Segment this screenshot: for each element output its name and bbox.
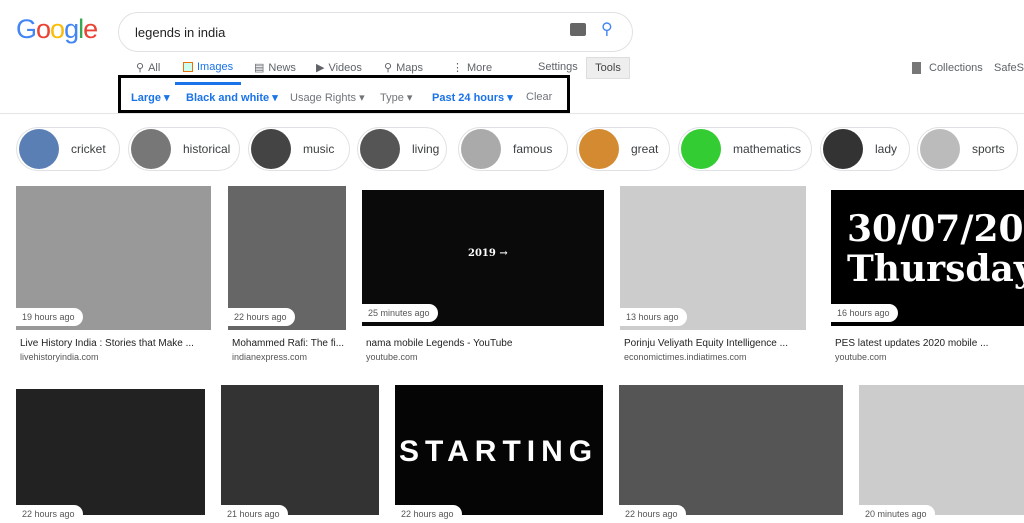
filter-size[interactable]: Large ▾ (131, 91, 170, 104)
search-box[interactable]: legends in india ⚲ (118, 12, 633, 52)
tab-images[interactable]: Images (183, 61, 233, 73)
result-source[interactable]: livehistoryindia.com (20, 352, 99, 362)
chip-thumbnail (681, 129, 721, 169)
bookmark-icon (912, 62, 921, 74)
time-badge: 22 hours ago (228, 308, 295, 326)
image-icon (183, 62, 193, 72)
image-result[interactable]: 21 hours ago (221, 385, 379, 523)
related-chip[interactable]: music (248, 127, 350, 171)
time-badge: 22 hours ago (395, 505, 462, 523)
image-result[interactable]: 19 hours ago (16, 186, 211, 330)
image-result[interactable]: 2019 → 25 minutes ago (362, 190, 604, 326)
more-vert-icon: ⋮ (452, 62, 463, 74)
chip-thumbnail (251, 129, 291, 169)
tab-news[interactable]: ▤ News (254, 61, 296, 75)
related-chip[interactable]: lady (820, 127, 910, 171)
chip-thumbnail (579, 129, 619, 169)
time-badge: 25 minutes ago (362, 304, 438, 322)
search-icon[interactable]: ⚲ (601, 19, 613, 39)
result-title[interactable]: Mohammed Rafi: The fi... (232, 338, 344, 349)
image-result[interactable]: 30/07/202 Thursday16 hours ago (831, 190, 1024, 326)
tools-button[interactable]: Tools (586, 57, 630, 79)
image-result[interactable]: STARTING 22 hours ago (395, 385, 603, 523)
chip-thumbnail (19, 129, 59, 169)
result-source[interactable]: youtube.com (366, 352, 418, 362)
related-chip[interactable]: sports (917, 127, 1018, 171)
image-result[interactable]: 22 hours ago (16, 389, 205, 523)
pin-icon: ⚲ (384, 62, 393, 74)
image-result[interactable]: 13 hours ago (620, 186, 806, 330)
time-badge: 20 minutes ago (859, 505, 935, 523)
search-input[interactable]: legends in india (135, 25, 225, 40)
tab-more[interactable]: ⋮ More (452, 61, 492, 75)
tab-maps[interactable]: ⚲ Maps (384, 61, 423, 75)
time-badge: 22 hours ago (619, 505, 686, 523)
google-logo[interactable]: Google (16, 14, 98, 45)
safesearch-link[interactable]: SafeSe (994, 62, 1024, 74)
filter-type[interactable]: Type ▾ (380, 91, 412, 104)
result-title[interactable]: nama mobile Legends - YouTube (366, 338, 512, 349)
filter-clear[interactable]: Clear (526, 91, 552, 103)
play-icon: ▶ (316, 62, 325, 74)
result-title[interactable]: Porinju Veliyath Equity Intelligence ... (624, 338, 788, 349)
collections-link[interactable]: Collections (912, 62, 983, 74)
tab-all[interactable]: ⚲ All (136, 61, 160, 75)
time-badge: 21 hours ago (221, 505, 288, 523)
time-badge: 22 hours ago (16, 505, 83, 523)
search-icon: ⚲ (136, 62, 145, 74)
filter-time[interactable]: Past 24 hours ▾ (432, 91, 513, 104)
chip-thumbnail (461, 129, 501, 169)
image-result[interactable]: 22 hours ago (619, 385, 843, 523)
chip-thumbnail (920, 129, 960, 169)
chip-thumbnail (823, 129, 863, 169)
related-chip[interactable]: cricket (16, 127, 120, 171)
image-result[interactable]: 20 minutes ago (859, 385, 1024, 523)
related-chip[interactable]: historical (128, 127, 240, 171)
related-chip[interactable]: living (357, 127, 447, 171)
time-badge: 13 hours ago (620, 308, 687, 326)
news-icon: ▤ (254, 62, 265, 74)
chip-thumbnail (131, 129, 171, 169)
tab-videos[interactable]: ▶ Videos (316, 61, 362, 75)
related-chip[interactable]: mathematics (678, 127, 812, 171)
settings-link[interactable]: Settings (538, 61, 578, 73)
filter-color[interactable]: Black and white ▾ (186, 91, 278, 104)
result-source[interactable]: indianexpress.com (232, 352, 307, 362)
camera-icon[interactable] (570, 23, 586, 36)
chip-thumbnail (360, 129, 400, 169)
related-chip[interactable]: great (576, 127, 670, 171)
result-title[interactable]: PES latest updates 2020 mobile ... (835, 338, 988, 349)
divider (0, 113, 1024, 114)
image-result[interactable]: 22 hours ago (228, 186, 346, 330)
result-title[interactable]: Live History India : Stories that Make .… (20, 338, 194, 349)
filter-usage-rights[interactable]: Usage Rights ▾ (290, 91, 365, 104)
time-badge: 19 hours ago (16, 308, 83, 326)
time-badge: 16 hours ago (831, 304, 898, 322)
related-chip[interactable]: famous (458, 127, 568, 171)
result-source[interactable]: economictimes.indiatimes.com (624, 352, 747, 362)
result-source[interactable]: youtube.com (835, 352, 887, 362)
